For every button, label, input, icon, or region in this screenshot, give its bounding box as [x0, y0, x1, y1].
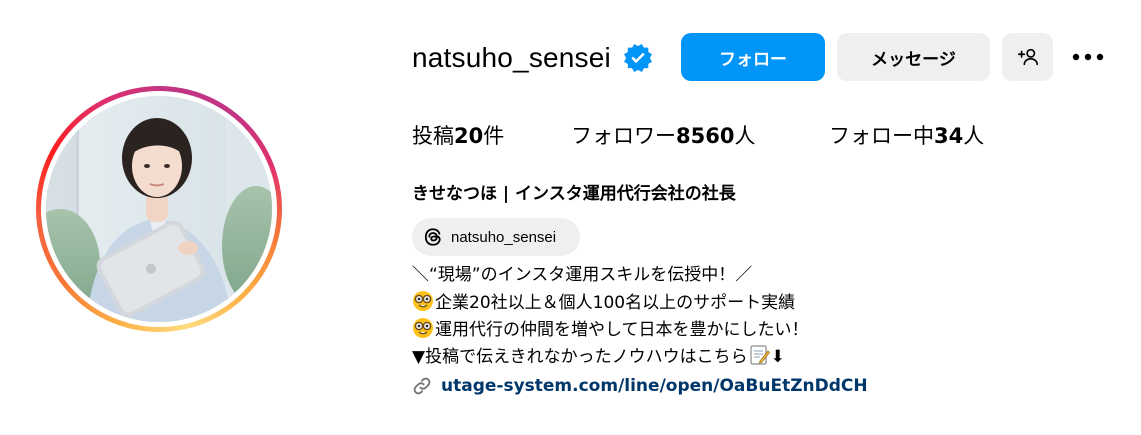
avatar-photo-icon — [46, 96, 272, 322]
verified-badge-icon — [624, 44, 652, 72]
avatar-story-ring[interactable] — [36, 86, 282, 332]
following-link[interactable]: フォロー中34人 — [829, 121, 984, 151]
bio-external-link[interactable]: utage-system.com/line/open/OaBuEtZnDdCH — [412, 372, 868, 400]
following-number: 34 — [934, 124, 964, 148]
memo-emoji-icon — [748, 344, 770, 366]
threads-icon — [423, 227, 443, 247]
followers-link[interactable]: フォロワー8560人 — [571, 121, 755, 151]
following-label: フォロー中 — [829, 124, 934, 148]
avatar[interactable] — [46, 96, 272, 322]
bio-link-text[interactable]: utage-system.com/line/open/OaBuEtZnDdCH — [441, 376, 868, 396]
bio-line-3-text: 運用代行の仲間を増やして日本を豊かにしたい！ — [435, 320, 809, 340]
followers-label: フォロワー — [571, 124, 676, 148]
bio-line-3: 運用代行の仲間を増やして日本を豊かにしたい！ — [412, 317, 809, 343]
bio-line-1: ＼“現場”のインスタ運用スキルを伝授中！／ — [412, 265, 753, 285]
message-button[interactable]: メッセージ — [837, 33, 990, 81]
followers-unit: 人 — [734, 124, 756, 148]
link-icon — [412, 376, 432, 396]
more-options-button[interactable] — [1068, 40, 1108, 74]
followers-number: 8560 — [676, 124, 735, 148]
nerd-face-emoji-icon — [412, 317, 434, 339]
bio-line-2: 企業20社以上＆個人100名以上のサポート実績 — [412, 290, 795, 316]
more-options-icon — [1071, 53, 1105, 61]
threads-handle: natsuho_sensei — [451, 228, 557, 246]
posts-unit: 件 — [483, 124, 505, 148]
following-unit: 人 — [963, 124, 985, 148]
bio-line-4: ▼投稿で伝えきれなかったノウハウはこちら ⬇ — [412, 344, 785, 370]
bio-line-4-text: ▼投稿で伝えきれなかったノウハウはこちら — [412, 347, 748, 367]
threads-profile-link[interactable]: natsuho_sensei — [412, 218, 580, 256]
down-arrow-glyph: ⬇ — [770, 347, 785, 367]
follow-button[interactable]: フォロー — [681, 33, 825, 81]
posts-number: 20 — [454, 124, 484, 148]
bio-line-2-text: 企業20社以上＆個人100名以上のサポート実績 — [435, 293, 796, 313]
add-person-icon — [1017, 46, 1039, 68]
nerd-face-emoji-icon — [412, 290, 434, 312]
suggest-accounts-button[interactable] — [1002, 33, 1053, 81]
posts-count: 投稿20件 — [412, 121, 504, 151]
profile-header: natsuho_sensei フォロー メッセージ 投稿20件 フォロワー856 — [0, 0, 1141, 435]
display-name: きせなつほ | インスタ運用代行会社の社長 — [412, 184, 736, 204]
username: natsuho_sensei — [412, 42, 611, 73]
posts-label: 投稿 — [412, 124, 454, 148]
